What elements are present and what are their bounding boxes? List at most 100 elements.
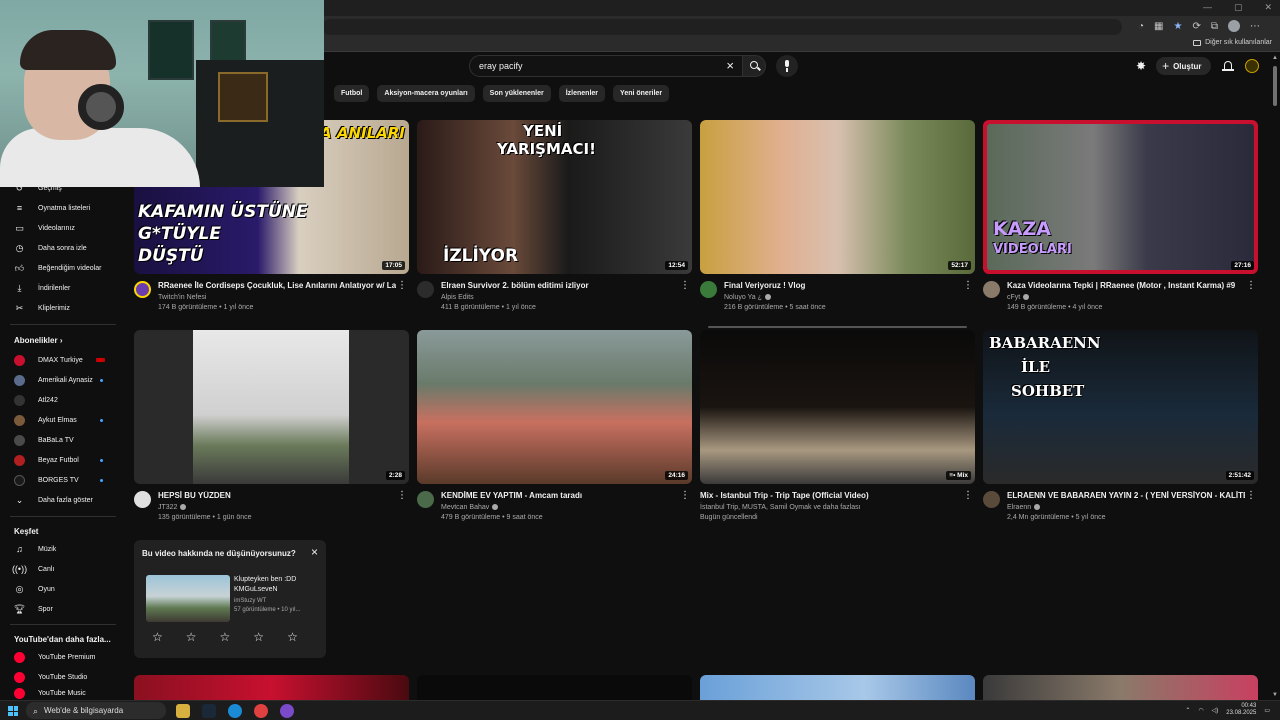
sidebar-sub-atl242[interactable]: Atl242 [0, 390, 124, 410]
video-thumbnail[interactable]: ≡• Mix [700, 330, 975, 484]
app-icon[interactable] [280, 704, 294, 718]
sidebar-item-downloads[interactable]: ⤓ İndirilenler [0, 278, 124, 298]
video-thumbnail[interactable] [700, 675, 975, 700]
chip-futbol[interactable]: Futbol [334, 85, 370, 102]
sidebar-show-more[interactable]: ⌄ Daha fazla göster [0, 490, 124, 510]
read-aloud-icon[interactable]: ◔ [1138, 21, 1144, 32]
channel-name[interactable]: cFyt [1007, 294, 1030, 301]
video-title[interactable]: ELRAENN VE BABARAEN YAYIN 2 - ( YENİ VER… [1007, 491, 1245, 500]
translate-icon[interactable]: ▦ [1154, 21, 1163, 32]
survey-video-title[interactable]: Klupteyken ben :DD [234, 576, 296, 583]
chip-action-adventure[interactable]: Aksiyon-macera oyunları [377, 85, 475, 102]
more-options-icon[interactable]: ⋮ [397, 491, 407, 501]
more-options-icon[interactable]: ⋮ [963, 491, 973, 501]
channel-name[interactable]: Twitch'in Nefesi [158, 294, 206, 301]
channel-name[interactable]: JT322 [158, 504, 187, 511]
favorite-star-icon[interactable]: ★ [1174, 21, 1183, 32]
scroll-up-icon[interactable]: ▲ [1272, 55, 1278, 61]
account-avatar[interactable] [1244, 59, 1259, 73]
more-options-icon[interactable]: ⋮ [680, 491, 690, 501]
url-field[interactable] [322, 19, 1122, 35]
edge-icon[interactable] [228, 704, 242, 718]
sidebar-item-watch-later[interactable]: ◷ Daha sonra izle [0, 238, 124, 258]
search-input[interactable]: eray pacify [479, 61, 523, 71]
page-scrollbar[interactable]: ▲ ▼ [1270, 52, 1280, 700]
taskbar-search[interactable]: ⌕ Web'de & bilgisayarda [26, 702, 166, 719]
windows-start-icon[interactable] [8, 706, 18, 716]
channel-avatar[interactable] [134, 491, 151, 508]
video-title[interactable]: Mix - Istanbul Trip - Trip Tape (Officia… [700, 491, 962, 500]
channel-avatar[interactable] [417, 491, 434, 508]
channel-avatar[interactable] [134, 281, 151, 298]
channel-avatar[interactable] [983, 491, 1000, 508]
maximize-icon[interactable]: ▢ [1234, 2, 1243, 13]
search-button[interactable] [742, 55, 766, 77]
more-options-icon[interactable]: ⋮ [397, 281, 407, 291]
video-title[interactable]: KENDİME EV YAPTIM - Amcam taradı [441, 491, 679, 500]
channel-avatar[interactable] [700, 281, 717, 298]
chip-recently-uploaded[interactable]: Son yüklenenler [482, 85, 551, 102]
video-thumbnail[interactable] [983, 675, 1258, 700]
more-options-icon[interactable]: ⋮ [1246, 491, 1256, 501]
video-title[interactable]: RRaenee İle Cordiseps Çocukluk, Lise Anı… [158, 281, 396, 290]
video-title[interactable]: HEPSİ BU YÜZDEN [158, 491, 396, 500]
star-icon[interactable]: ☆ [253, 630, 264, 644]
create-button[interactable]: + Oluştur [1156, 57, 1211, 75]
sidebar-item-music[interactable]: ♫ Müzik [0, 539, 124, 559]
sparkle-icon[interactable]: ✸ [1136, 59, 1146, 73]
other-favorites[interactable]: Diğer sık kullanılanlar [1193, 39, 1272, 46]
sidebar-item-live[interactable]: ((•)) Canlı [0, 559, 124, 579]
chip-new-to-you[interactable]: Yeni öneriler [613, 85, 670, 102]
channel-name[interactable]: Elraenn [1007, 504, 1041, 511]
close-window-icon[interactable]: ✕ [1264, 2, 1272, 13]
channel-name[interactable]: İstanbul Trip, MUSTA, Samil Oymak ve dah… [700, 504, 861, 511]
video-thumbnail[interactable] [134, 675, 409, 700]
star-icon[interactable]: ☆ [220, 630, 231, 644]
volume-icon[interactable]: ◁) [1212, 707, 1219, 714]
sidebar-item-youtube-studio[interactable]: YouTube Studio [0, 667, 124, 687]
video-title[interactable]: Final Veriyoruz ! Vlog [724, 281, 962, 290]
scroll-down-icon[interactable]: ▼ [1272, 692, 1278, 698]
file-explorer-icon[interactable] [176, 704, 190, 718]
app-icon[interactable] [254, 704, 268, 718]
video-thumbnail[interactable] [417, 675, 692, 700]
sidebar-sub-borges-tv[interactable]: BORGES TV [0, 470, 124, 490]
more-options-icon[interactable]: ⋮ [963, 281, 973, 291]
more-options-icon[interactable]: ⋮ [1246, 281, 1256, 291]
profile-avatar[interactable] [1228, 20, 1240, 32]
sidebar-sub-babala-tv[interactable]: BaBaLa TV [0, 430, 124, 450]
sidebar-sub-dmax[interactable]: DMAX Turkiye [0, 350, 124, 370]
video-thumbnail[interactable]: 52:17 [700, 120, 975, 274]
video-thumbnail[interactable]: YENİ YARIŞMACI! İZLİYOR 12:54 [417, 120, 692, 274]
sidebar-item-youtube-music[interactable]: YouTube Music [0, 687, 124, 700]
chip-watched[interactable]: İzlenenler [558, 85, 606, 102]
sidebar-sub-beyaz-futbol[interactable]: Beyaz Futbol [0, 450, 124, 470]
minimize-icon[interactable]: — [1203, 2, 1212, 13]
video-thumbnail[interactable]: 24:16 [417, 330, 692, 484]
survey-video-thumbnail[interactable] [146, 575, 230, 622]
channel-avatar[interactable] [983, 281, 1000, 298]
sidebar-item-youtube-premium[interactable]: YouTube Premium [0, 647, 124, 667]
star-icon[interactable]: ☆ [287, 630, 298, 644]
more-options-icon[interactable]: ⋮ [680, 281, 690, 291]
sidebar-sub-aykut-elmas[interactable]: Aykut Elmas [0, 410, 124, 430]
close-icon[interactable]: × [311, 545, 318, 559]
channel-name[interactable]: Mevtcan Bahav [441, 504, 499, 511]
sidebar-item-your-videos[interactable]: ▭ Videolarınız [0, 218, 124, 238]
sidebar-item-playlists[interactable]: ≡ Oynatma listeleri [0, 198, 124, 218]
clear-search-icon[interactable]: × [726, 58, 734, 73]
sidebar-item-clips[interactable]: ✂ Kliplerimiz [0, 298, 124, 318]
scrollbar-thumb[interactable] [1273, 66, 1277, 106]
search-box[interactable]: eray pacify × [469, 55, 743, 77]
notifications-icon[interactable]: ▭ [1264, 707, 1270, 714]
video-thumbnail[interactable]: 2:28 [134, 330, 409, 484]
video-thumbnail[interactable]: KAZA VIDEOLARI 27:16 [983, 120, 1258, 274]
star-icon[interactable]: ☆ [186, 630, 197, 644]
voice-search-button[interactable] [776, 55, 798, 77]
channel-avatar[interactable] [417, 281, 434, 298]
channel-name[interactable]: Alpis Edits [441, 294, 474, 301]
sidebar-sub-amerikali-aynasiz[interactable]: Amerikali Aynasiz [0, 370, 124, 390]
sidebar-item-gaming[interactable]: ◎ Oyun [0, 579, 124, 599]
video-thumbnail[interactable]: BABARAENN İLE SOHBET 2:51:42 [983, 330, 1258, 484]
collections-icon[interactable]: ⧉ [1211, 21, 1218, 32]
